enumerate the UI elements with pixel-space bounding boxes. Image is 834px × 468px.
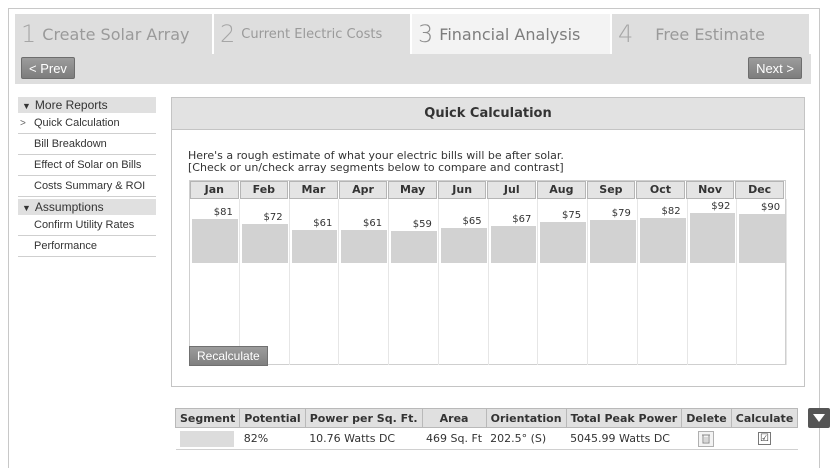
collapse-triangle-icon: ▼ <box>22 101 31 111</box>
bar-value-label-nov: $92 <box>711 201 731 212</box>
month-header-jun: Jun <box>437 181 487 199</box>
col-total-peak-power: Total Peak Power <box>565 408 683 428</box>
month-header-feb: Feb <box>239 181 289 199</box>
bar-jul <box>490 226 537 263</box>
prev-button[interactable]: < Prev <box>21 57 75 79</box>
bar-value-label-may: $59 <box>412 219 432 230</box>
bar-aug <box>540 222 586 263</box>
dropdown-triangle-icon <box>813 414 825 422</box>
segment-table-header: Segment Potential Power per Sq. Ft. Area… <box>174 408 799 428</box>
month-header-jan: Jan <box>190 181 239 199</box>
quick-calculation-panel: Quick Calculation Here's a rough estimat… <box>171 97 805 387</box>
col-calculate: Calculate <box>730 408 799 428</box>
sidebar-item-confirm-utility-rates[interactable]: Confirm Utility Rates <box>18 215 156 236</box>
bar-dec <box>739 214 785 263</box>
next-button[interactable]: Next > <box>748 57 802 79</box>
sidebar-item-effect-of-solar[interactable]: Effect of Solar on Bills <box>18 155 156 176</box>
step-create-solar-array[interactable]: 1 Create Solar Array <box>15 14 214 54</box>
recalculate-button[interactable]: Recalculate <box>189 346 268 366</box>
bar-value-label-jul: $67 <box>512 214 532 225</box>
step-financial-analysis[interactable]: 3 Financial Analysis <box>412 14 612 54</box>
col-orientation: Orientation <box>485 408 567 428</box>
segment-table: Segment Potential Power per Sq. Ft. Area… <box>174 408 799 450</box>
sidebar-item-bill-breakdown[interactable]: Bill Breakdown <box>18 134 156 155</box>
total-peak-power-value: 5045.99 Watts DC <box>566 427 682 450</box>
potential-value: 82% <box>239 427 306 450</box>
bar-value-label-jun: $65 <box>462 216 482 227</box>
bar-mar <box>291 230 338 263</box>
sidebar-item-performance[interactable]: Performance <box>18 236 156 257</box>
more-reports-header[interactable]: ▼ More Reports <box>18 97 156 113</box>
month-header-row: Jan Feb Mar Apr May Jun Jul Aug Sep Oct Nov Dec <box>190 181 785 199</box>
segment-color-swatch[interactable] <box>179 430 234 447</box>
bar-value-label-mar: $61 <box>313 218 333 229</box>
area-value: 469 Sq. Ft <box>422 427 487 450</box>
bar-value-label-apr: $61 <box>363 218 383 229</box>
bar-may <box>391 231 437 263</box>
month-header-mar: Mar <box>289 181 338 199</box>
month-header-sep: Sep <box>586 181 636 199</box>
month-header-dec: Dec <box>735 181 784 199</box>
trash-icon <box>702 434 711 443</box>
bar-nov <box>689 213 736 263</box>
bar-value-label-feb: $72 <box>263 212 283 223</box>
sidebar-item-costs-summary[interactable]: Costs Summary & ROI <box>18 176 156 197</box>
calculate-checkbox[interactable]: ☑ <box>758 432 772 446</box>
wizard-steps: 1 Create Solar Array 2 Current Electric … <box>15 14 811 54</box>
sidebar: ▼ More Reports > Quick Calculation Bill B… <box>18 97 156 257</box>
monthly-bill-chart: Jan Feb Mar Apr May Jun Jul Aug Sep Oct Nov Dec $81… <box>189 180 787 365</box>
assumptions-header[interactable]: ▼ Assumptions <box>18 199 156 215</box>
bar-oct <box>639 218 686 263</box>
bars-area: $81 $72 $61 $61 $59 $65 $67 $75 $79 $82 $92 $90 <box>190 199 787 365</box>
bar-sep <box>590 220 636 263</box>
month-header-aug: Aug <box>537 181 586 199</box>
bar-feb <box>241 224 288 263</box>
col-power-per-sqft: Power per Sq. Ft. <box>304 408 423 428</box>
bar-apr <box>341 230 387 263</box>
bar-jun <box>440 228 487 263</box>
month-header-nov: Nov <box>685 181 735 199</box>
col-delete: Delete <box>681 408 732 428</box>
month-header-jul: Jul <box>487 181 537 199</box>
col-area: Area <box>421 408 487 428</box>
step-free-estimate[interactable]: 4 Free Estimate <box>612 14 811 54</box>
month-header-may: May <box>388 181 437 199</box>
orientation-value: 202.5° (S) <box>486 427 567 450</box>
bar-value-label-aug: $75 <box>562 210 582 221</box>
month-header-apr: Apr <box>338 181 388 199</box>
bar-value-label-oct: $82 <box>661 206 681 217</box>
nav-bar: < Prev Next > <box>15 54 811 84</box>
segment-dropdown-button[interactable] <box>808 408 830 428</box>
col-segment: Segment <box>174 408 241 428</box>
bar-jan <box>192 219 238 263</box>
step-current-electric-costs[interactable]: 2 Current Electric Costs <box>214 14 412 54</box>
sidebar-item-quick-calculation[interactable]: > Quick Calculation <box>18 113 156 134</box>
intro-text: Here's a rough estimate of what your ele… <box>188 149 564 174</box>
current-arrow-icon: > <box>20 118 26 129</box>
month-header-oct: Oct <box>636 181 685 199</box>
power-per-sqft-value: 10.76 Watts DC <box>305 427 423 450</box>
bar-value-label-sep: $79 <box>611 208 631 219</box>
panel-title: Quick Calculation <box>172 98 804 130</box>
table-row: 82% 10.76 Watts DC 469 Sq. Ft 202.5° (S)… <box>175 427 798 450</box>
bar-value-label-dec: $90 <box>761 202 781 213</box>
collapse-triangle-icon: ▼ <box>22 203 31 213</box>
bar-value-label-jan: $81 <box>213 207 233 218</box>
delete-segment-button[interactable] <box>698 430 715 447</box>
col-potential: Potential <box>239 408 306 428</box>
